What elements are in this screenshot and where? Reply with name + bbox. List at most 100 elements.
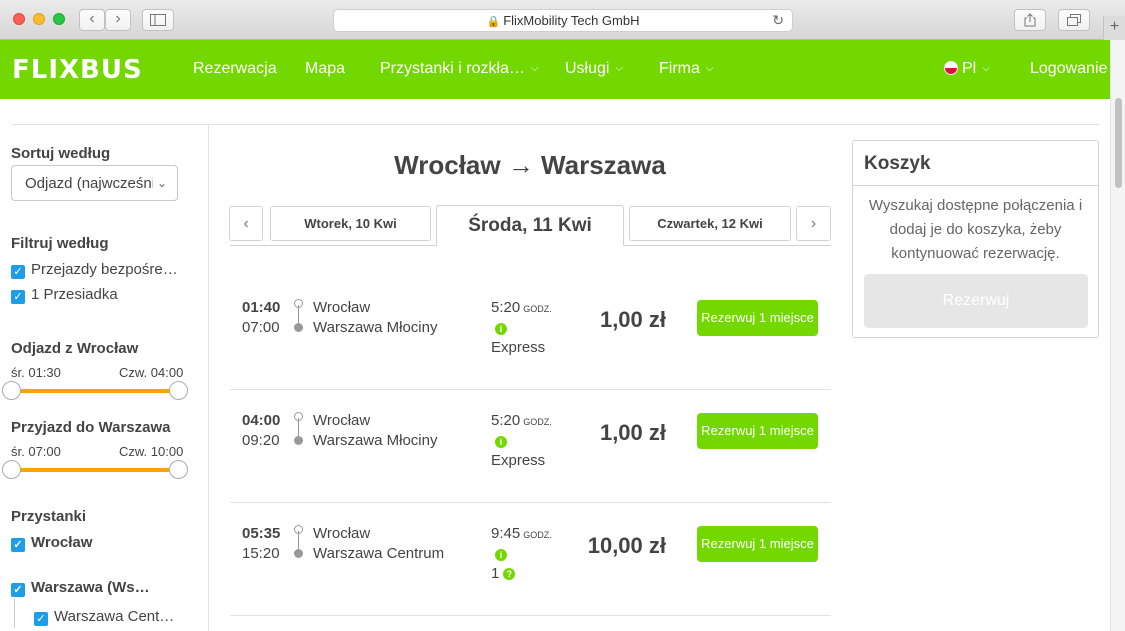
close-window-button[interactable]	[13, 13, 25, 25]
trip-type: Express	[491, 339, 546, 356]
poland-flag-icon	[944, 61, 958, 75]
trip-destination: Warszawa Młociny	[313, 432, 438, 449]
nav-mapa[interactable]: Mapa	[305, 60, 345, 78]
chevron-down-icon: ⌵	[615, 63, 624, 74]
book-seat-button[interactable]: Rezerwuj 1 miejsce	[697, 526, 818, 562]
trip-row: 05:35 15:20 Wrocław Warszawa Centrum 9:4…	[230, 503, 831, 616]
new-tab-icon[interactable]: +	[1103, 16, 1125, 40]
departure-heading: Odjazd z Wrocław	[11, 340, 139, 357]
trip-departure-time: 04:00	[242, 412, 281, 429]
filter-direct-label: Przejazdy bezpośre…	[31, 261, 178, 278]
arrival-heading: Przyjazd do Warszawa	[11, 419, 171, 436]
departure-min: śr. 01:30	[11, 365, 61, 380]
trip-type: Express	[491, 452, 546, 469]
help-icon[interactable]: ?	[503, 568, 516, 580]
destination-dot-icon	[294, 436, 303, 445]
checkbox-checked-icon[interactable]: ✓	[11, 538, 25, 552]
sort-select-value: Odjazd (najwcześni	[25, 175, 156, 192]
trip-duration-value: 5:20	[491, 412, 521, 429]
filter-direct[interactable]: ✓ Przejazdy bezpośre…	[11, 261, 178, 279]
sort-heading: Sortuj według	[11, 145, 111, 162]
checkbox-checked-icon[interactable]: ✓	[11, 265, 25, 279]
share-icon[interactable]	[1014, 9, 1046, 31]
stop-warszawa[interactable]: ✓ Warszawa (Ws…	[11, 579, 150, 597]
trip-row: 04:00 09:20 Wrocław Warszawa Młociny 5:2…	[230, 390, 831, 503]
checkbox-checked-icon[interactable]: ✓	[11, 583, 25, 597]
departure-max: Czw. 04:00	[119, 365, 184, 380]
minimize-window-button[interactable]	[33, 13, 45, 25]
route-line	[298, 531, 299, 549]
trip-duration: 5:20 GODZ.	[491, 299, 552, 316]
book-seat-button[interactable]: Rezerwuj 1 miejsce	[697, 413, 818, 449]
stop-warszawa-label: Warszawa (Ws…	[31, 579, 150, 596]
trip-arrival-time: 09:20	[242, 432, 280, 449]
trip-origin: Wrocław	[313, 412, 371, 429]
browser-toolbar: ‹ › 🔒 FlixMobility Tech GmbH ↻ +	[0, 0, 1125, 40]
date-tab-next[interactable]: Czwartek, 12 Kwi	[629, 206, 791, 241]
forward-icon[interactable]: ›	[105, 9, 131, 31]
chevron-down-icon: ⌵	[530, 63, 539, 74]
departure-range-track	[11, 389, 179, 393]
stop-warszawa-centrum[interactable]: ✓ Warszawa Cent…	[34, 608, 174, 626]
stop-warszawa-centrum-label: Warszawa Cent…	[54, 608, 175, 625]
sort-select[interactable]: Odjazd (najwcześni ⌄	[11, 165, 178, 201]
back-icon[interactable]: ‹	[79, 9, 105, 31]
page-scrollbar[interactable]	[1110, 40, 1125, 631]
trip-arrival-time: 07:00	[242, 319, 280, 336]
info-icon[interactable]: i	[495, 436, 507, 448]
info-icon[interactable]: i	[495, 323, 507, 335]
date-tab-active[interactable]: Środa, 11 Kwi	[436, 205, 624, 246]
main-navigation: FLIXBUS Rezerwacja Mapa Przystanki i roz…	[0, 40, 1110, 99]
stop-wroclaw[interactable]: ✓ Wrocław	[11, 534, 92, 552]
nav-firma[interactable]: Firma ⌵	[659, 60, 713, 78]
duration-unit: GODZ.	[523, 304, 552, 314]
nav-uslugi[interactable]: Usługi ⌵	[565, 60, 623, 78]
nav-przystanki[interactable]: Przystanki i rozkła… ⌵	[380, 60, 539, 78]
checkbox-checked-icon[interactable]: ✓	[11, 290, 25, 304]
route-line	[298, 418, 299, 436]
filter-heading: Filtruj według	[11, 235, 109, 252]
scrollbar-thumb[interactable]	[1115, 98, 1122, 188]
book-seat-button[interactable]: Rezerwuj 1 miejsce	[697, 300, 818, 336]
cart-empty-message: Wyszukaj dostępne połączenia i dodaj je …	[868, 197, 1083, 262]
language-selector[interactable]: Pl ⌵	[944, 60, 990, 78]
cart-title: Koszyk	[853, 141, 1098, 186]
nav-firma-label: Firma	[659, 60, 700, 77]
prev-date-button[interactable]: ‹	[229, 206, 263, 241]
filter-sidebar: Sortuj według Odjazd (najwcześni ⌄ Filtru…	[0, 125, 209, 631]
duration-unit: GODZ.	[523, 530, 552, 540]
transfer-count: 1	[491, 565, 500, 582]
lock-icon: 🔒	[486, 16, 501, 28]
login-link[interactable]: Logowanie	[1030, 60, 1107, 78]
trip-origin: Wrocław	[313, 525, 371, 542]
arrival-min-handle[interactable]	[2, 460, 21, 479]
arrival-min: śr. 07:00	[11, 444, 61, 459]
address-bar[interactable]: 🔒 FlixMobility Tech GmbH ↻	[333, 9, 793, 32]
trip-duration-value: 5:20	[491, 299, 521, 316]
departure-min-handle[interactable]	[2, 381, 21, 400]
arrival-max-handle[interactable]	[169, 460, 188, 479]
departure-max-handle[interactable]	[169, 381, 188, 400]
info-icon[interactable]: i	[495, 549, 507, 561]
date-tab-prev[interactable]: Wtorek, 10 Kwi	[270, 206, 431, 241]
trip-departure-time: 05:35	[242, 525, 281, 542]
reload-icon[interactable]: ↻	[772, 10, 784, 31]
zoom-window-button[interactable]	[53, 13, 65, 25]
trip-duration-value: 9:45	[491, 525, 521, 542]
nav-rezerwacja[interactable]: Rezerwacja	[193, 60, 277, 78]
trip-origin: Wrocław	[313, 299, 371, 316]
address-text: FlixMobility Tech GmbH	[503, 13, 640, 28]
route-title: Wrocław → Warszawa	[394, 150, 666, 180]
arrival-max: Czw. 10:00	[119, 444, 184, 459]
trip-departure-time: 01:40	[242, 299, 281, 316]
stop-wroclaw-label: Wrocław	[31, 534, 93, 551]
sidebar-toggle-icon[interactable]	[142, 9, 174, 31]
checkbox-checked-icon[interactable]: ✓	[34, 612, 48, 626]
tabs-overview-icon[interactable]	[1058, 9, 1090, 31]
trip-transfers: 1?	[491, 565, 516, 582]
filter-one-transfer[interactable]: ✓ 1 Przesiadka	[11, 286, 118, 304]
stops-heading: Przystanki	[11, 508, 87, 525]
flixbus-logo[interactable]: FLIXBUS	[12, 55, 143, 85]
route-line	[298, 305, 299, 323]
next-date-button[interactable]: ›	[796, 206, 831, 241]
